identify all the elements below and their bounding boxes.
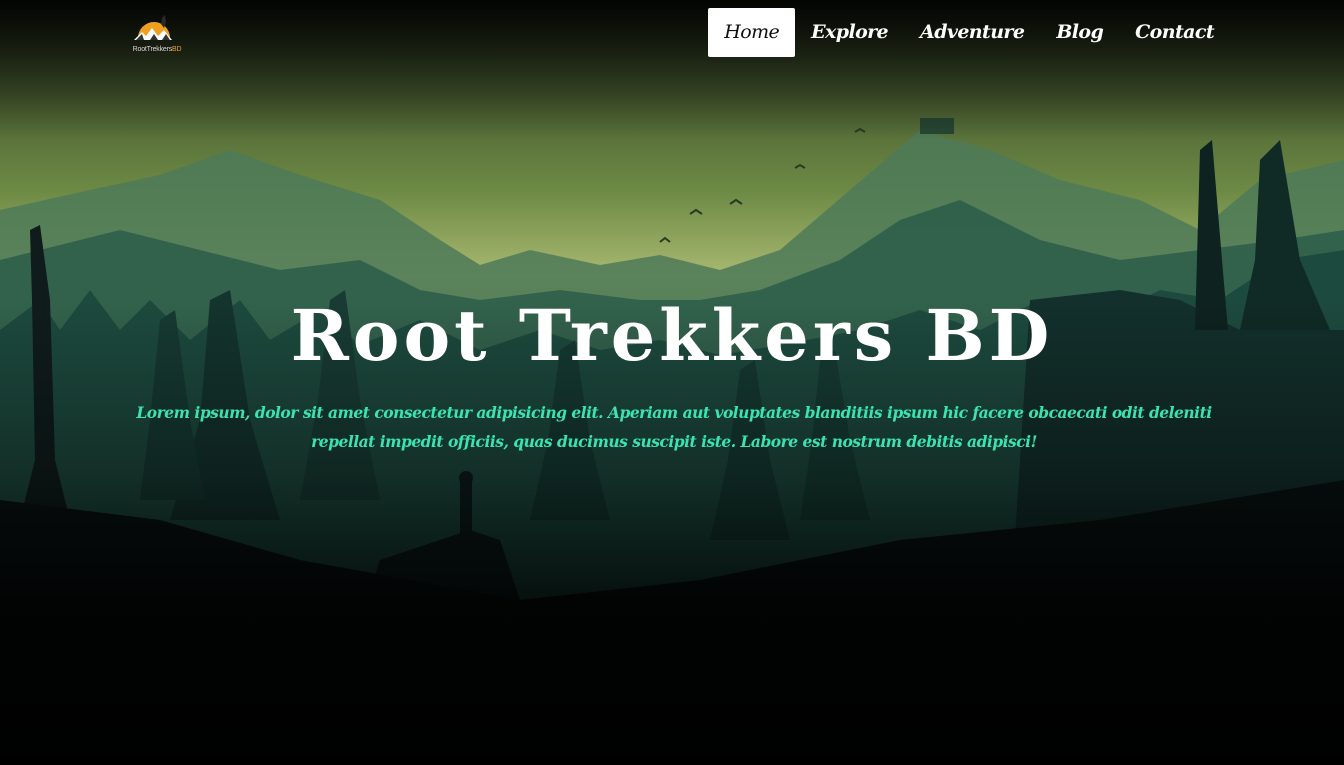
nav-home[interactable]: Home (708, 8, 796, 57)
nav-blog[interactable]: Blog (1040, 8, 1119, 57)
logo-wordmark: RootTrekkersBD (132, 46, 182, 53)
nav-explore[interactable]: Explore (795, 8, 904, 57)
navbar: RootTrekkersBD Home Explore Adventure Bl… (0, 0, 1344, 64)
nav-contact[interactable]: Contact (1119, 8, 1230, 57)
brand-logo[interactable]: RootTrekkersBD (128, 12, 186, 56)
nav-adventure[interactable]: Adventure (904, 8, 1040, 57)
hero-title: Root Trekkers BD (290, 294, 1054, 377)
hero-description: Lorem ipsum, dolor sit amet consectetur … (136, 403, 1212, 451)
main-nav: Home Explore Adventure Blog Contact (708, 8, 1230, 57)
